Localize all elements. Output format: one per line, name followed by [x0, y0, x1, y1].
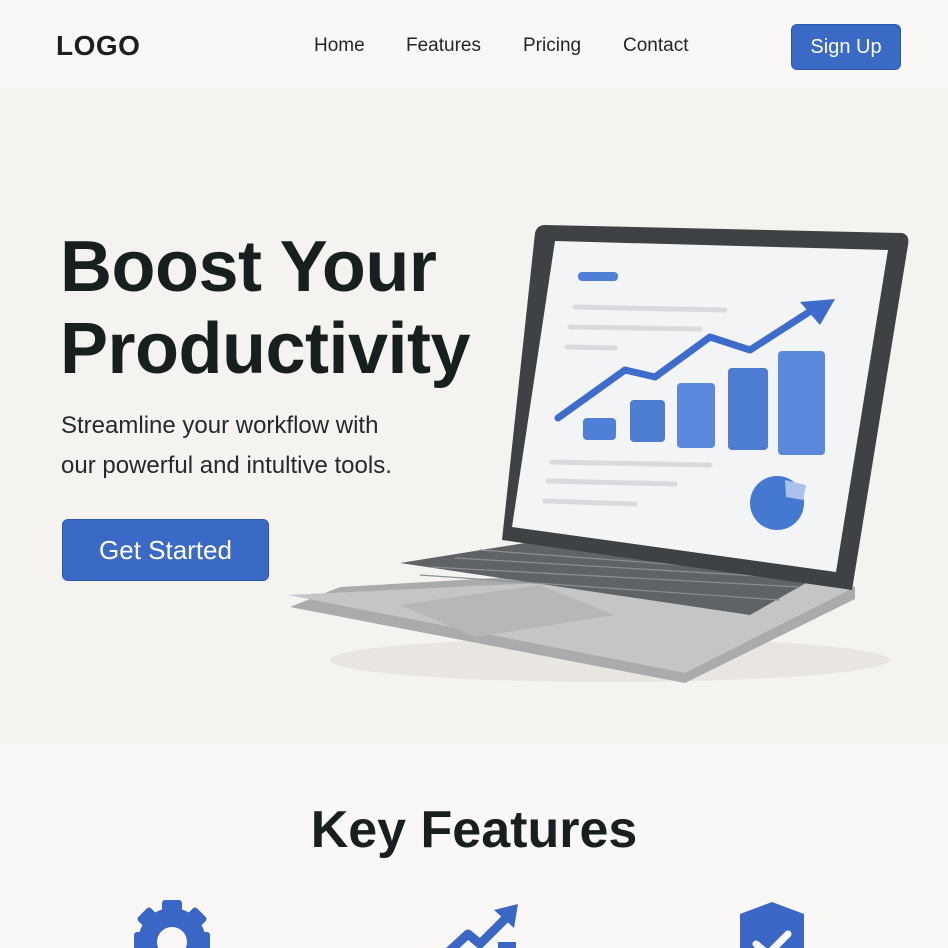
nav-link-pricing[interactable]: Pricing: [523, 35, 581, 57]
nav-link-features[interactable]: Features: [406, 35, 481, 57]
site-header: LOGO Home Features Pricing Contact Sign …: [0, 0, 948, 88]
nav-link-home[interactable]: Home: [314, 35, 365, 57]
gear-icon: [128, 898, 218, 948]
get-started-button[interactable]: Get Started: [62, 519, 269, 581]
growth-chart-icon: [438, 898, 528, 948]
nav-link-contact[interactable]: Contact: [623, 35, 688, 57]
sign-up-button[interactable]: Sign Up: [791, 24, 901, 70]
shield-check-icon: [728, 898, 818, 948]
features-title: Key Features: [310, 801, 638, 859]
laptop-with-growth-chart-icon: [288, 225, 909, 683]
